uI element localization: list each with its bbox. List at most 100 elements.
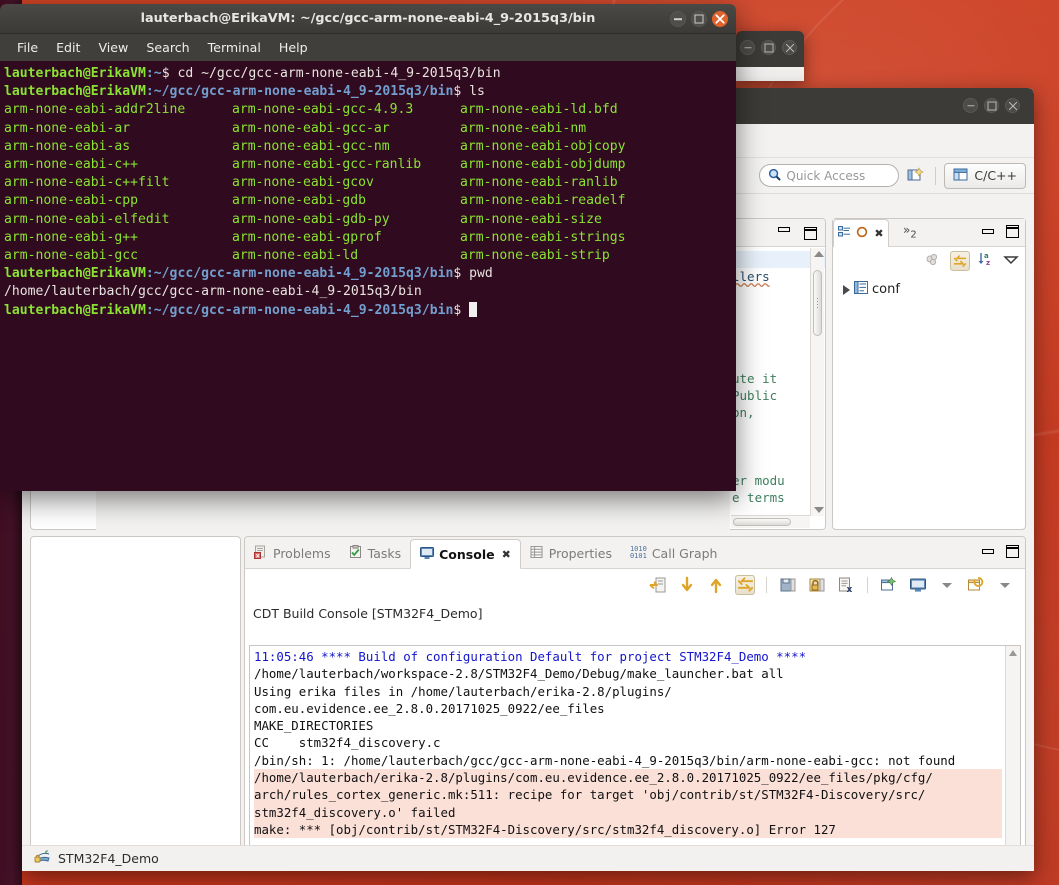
minimize-icon[interactable]: [778, 227, 790, 232]
scroll-up-icon[interactable]: [1009, 650, 1017, 656]
terminal-window-buttons[interactable]: [670, 11, 728, 27]
display-selected-console-icon[interactable]: [908, 575, 928, 595]
scrollbar-thumb[interactable]: [733, 518, 791, 526]
tab-problems[interactable]: x Problems: [245, 538, 340, 568]
open-perspective-icon[interactable]: [907, 166, 927, 186]
word-wrap-icon[interactable]: [950, 251, 970, 271]
maximize-icon[interactable]: [761, 40, 776, 55]
terminal-titlebar[interactable]: lauterbach@ErikaVM: ~/gcc/gcc-arm-none-e…: [0, 4, 736, 34]
ls-entry: arm-none-eabi-objdump: [460, 157, 626, 173]
terminal-screen[interactable]: lauterbach@ErikaVM:~$ cd ~/gcc/gcc-arm-n…: [0, 61, 736, 491]
scroll-down-icon[interactable]: [814, 507, 824, 513]
background-window[interactable]: [736, 31, 804, 81]
outline-minmax-buttons[interactable]: [982, 225, 1019, 238]
console-line: /bin/sh: 1: /home/lauterbach/gcc/gcc-arm…: [254, 752, 956, 768]
editor-vertical-scrollbar[interactable]: [810, 248, 824, 516]
close-icon[interactable]: ✖: [874, 227, 883, 240]
sort-az-icon[interactable]: a z: [978, 251, 995, 271]
remove-console-icon[interactable]: x: [836, 575, 856, 595]
outline-tabbar[interactable]: ✖ »2: [833, 219, 1025, 247]
minimize-icon[interactable]: [670, 11, 686, 27]
outline-panel[interactable]: ✖ »2 a z conf: [832, 218, 1026, 530]
console-line: stm32f4_discovery.o' failed: [254, 803, 1002, 821]
console-line: 11:05:46 **** Build of configuration Def…: [254, 649, 807, 664]
tab-tasks[interactable]: Tasks: [340, 538, 411, 568]
terminal-line: lauterbach@ErikaVM:~/gcc/gcc-arm-none-ea…: [4, 266, 493, 282]
maximize-icon[interactable]: [804, 227, 817, 240]
tab-label: Properties: [548, 545, 612, 561]
tab-console[interactable]: Console ✖: [410, 539, 521, 569]
menu-edit[interactable]: Edit: [47, 37, 89, 58]
editor-panel[interactable]: llers ute it Public on, er modu e terms: [730, 218, 826, 530]
maximize-icon[interactable]: [1006, 225, 1019, 238]
minimize-icon[interactable]: [963, 98, 978, 113]
menu-terminal[interactable]: Terminal: [199, 37, 270, 58]
close-icon[interactable]: [782, 40, 797, 55]
minimize-icon[interactable]: [982, 549, 994, 554]
ls-entry: arm-none-eabi-strings: [460, 229, 626, 245]
chevron-right-icon[interactable]: [843, 284, 850, 295]
svg-text:c: c: [45, 849, 49, 856]
console-icon: [420, 546, 435, 563]
terminal-ls-output: arm-none-eabi-addr2line arm-none-eabi-ar…: [4, 101, 736, 265]
close-icon[interactable]: ✖: [502, 548, 511, 561]
tab-properties[interactable]: Properties: [521, 538, 621, 568]
maximize-icon[interactable]: [691, 11, 707, 27]
word-wrap-icon[interactable]: [735, 575, 755, 595]
editor-horizontal-scrollbar[interactable]: [731, 515, 810, 528]
config-node-icon: [854, 281, 868, 298]
ls-entry: arm-none-eabi-ld.bfd: [460, 102, 618, 118]
project-explorer-panel[interactable]: [30, 536, 241, 871]
minimize-icon[interactable]: [740, 40, 755, 55]
console-panel[interactable]: x Problems Tasks Console ✖ Properties 10…: [244, 536, 1026, 871]
scroll-lock-down-icon[interactable]: [677, 575, 697, 595]
console-minmax-buttons[interactable]: [982, 545, 1019, 558]
console-line: arch/rules_cortex_generic.mk:511: recipe…: [254, 786, 1002, 804]
menu-help[interactable]: Help: [270, 37, 317, 58]
background-window-buttons[interactable]: [740, 40, 797, 55]
console-toolbar[interactable]: x: [245, 569, 1025, 601]
maximize-icon[interactable]: [1006, 545, 1019, 558]
tab-label: Call Graph: [651, 545, 718, 561]
console-output[interactable]: 11:05:46 **** Build of configuration Def…: [249, 645, 1021, 871]
editor-tabbar[interactable]: [730, 219, 825, 247]
terminal-window[interactable]: lauterbach@ErikaVM: ~/gcc/gcc-arm-none-e…: [0, 4, 736, 491]
outline-tree-item-conf[interactable]: conf: [843, 281, 1021, 298]
scroll-up-icon[interactable]: [814, 251, 824, 257]
scrollbar-thumb[interactable]: [813, 270, 822, 336]
pin-console-icon[interactable]: [807, 575, 827, 595]
scroll-lock-up-icon[interactable]: [706, 575, 726, 595]
perspective-switcher-cpp[interactable]: C/C++: [944, 162, 1026, 189]
eclipse-window-buttons[interactable]: [963, 98, 1020, 113]
save-console-icon[interactable]: [778, 575, 798, 595]
menu-view[interactable]: View: [89, 37, 137, 58]
call-graph-icon: 1010 0101: [629, 545, 647, 560]
console-tabbar[interactable]: x Problems Tasks Console ✖ Properties 10…: [245, 537, 1025, 569]
terminal-menubar[interactable]: File Edit View Search Terminal Help: [0, 34, 736, 61]
tab-outline[interactable]: ✖: [833, 219, 889, 247]
menu-file[interactable]: File: [8, 37, 47, 58]
quick-access-input[interactable]: Quick Access: [759, 164, 900, 187]
view-menu-icon[interactable]: [1003, 252, 1019, 271]
display-selected-dropdown-icon[interactable]: [937, 575, 957, 595]
console-vertical-scrollbar[interactable]: [1005, 646, 1020, 871]
maximize-icon[interactable]: [984, 98, 999, 113]
editor-minmax-buttons[interactable]: [778, 227, 817, 240]
minimize-icon[interactable]: [982, 229, 994, 234]
tab-call-graph[interactable]: 1010 0101 Call Graph: [621, 538, 727, 568]
menu-search[interactable]: Search: [137, 37, 198, 58]
quick-access-placeholder: Quick Access: [786, 168, 866, 183]
ls-entry: arm-none-eabi-g++: [4, 229, 139, 245]
clear-console-icon[interactable]: [648, 575, 668, 595]
hide-fields-icon[interactable]: [925, 251, 942, 271]
svg-text:x: x: [847, 585, 853, 594]
outline-tree-label: conf: [872, 282, 900, 297]
open-console-dropdown-icon[interactable]: [995, 575, 1015, 595]
close-icon[interactable]: [1005, 98, 1020, 113]
tab-overflow-count[interactable]: »2: [903, 223, 917, 240]
terminal-prompt-line[interactable]: lauterbach@ErikaVM:~/gcc/gcc-arm-none-ea…: [4, 301, 736, 320]
new-console-view-icon[interactable]: [879, 575, 899, 595]
outline-toolbar[interactable]: a z: [925, 251, 1019, 271]
open-console-icon[interactable]: [966, 575, 986, 595]
close-icon[interactable]: [712, 11, 728, 27]
